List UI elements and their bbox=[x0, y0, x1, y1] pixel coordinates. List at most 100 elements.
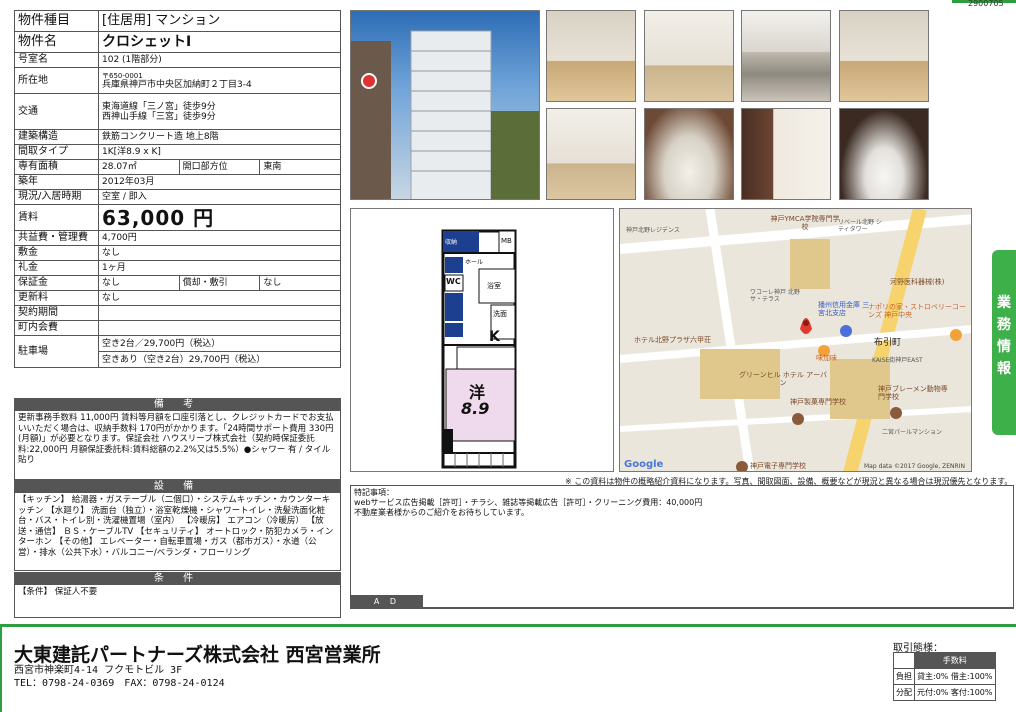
fp-hall-label: ホール bbox=[465, 259, 484, 266]
transport-value: 東海道線「三ノ宮」徒歩9分 西神山手線「三宮」徒歩9分 bbox=[98, 93, 341, 130]
deal-row1-value: 貸主:0% 借主:100% bbox=[914, 668, 996, 685]
deal-row2-label: 分配 bbox=[893, 684, 915, 701]
built-value: 2012年03月 bbox=[98, 174, 341, 190]
special-line-2: 不動産業者様からのご紹介をお待ちしています。 bbox=[354, 508, 529, 517]
parking-value-1: 空き2台／29,700円（税込） bbox=[98, 335, 341, 352]
fp-mb-label: MB bbox=[501, 237, 512, 245]
deal-header: 手数料 bbox=[914, 652, 996, 669]
postal-code: 〒650-0001 bbox=[102, 71, 143, 80]
rent-label: 賃料 bbox=[14, 204, 99, 231]
direction-label: 開口部方位 bbox=[178, 159, 261, 175]
map-label-kaise: KAISE街神戸EAST bbox=[872, 357, 923, 364]
layout-label: 間取タイプ bbox=[14, 144, 99, 160]
name-value: クロシェットI bbox=[98, 31, 341, 53]
company-name: 大東建託パートナーズ株式会社 西宮営業所 bbox=[14, 644, 381, 666]
type-label: 物件種目 bbox=[14, 10, 99, 32]
address-label: 所在地 bbox=[14, 67, 99, 94]
structure-label: 建築構造 bbox=[14, 129, 99, 145]
room-value: 102 (1階部分) bbox=[98, 52, 341, 68]
photo-bathroom bbox=[839, 10, 929, 102]
conditions-title: 条 件 bbox=[14, 572, 341, 585]
guarantee-value: なし bbox=[98, 275, 180, 291]
guarantee-label: 保証金 bbox=[14, 275, 99, 291]
photo-entrance bbox=[741, 108, 831, 200]
fee-label: 共益費・管理費 bbox=[14, 230, 99, 246]
fp-k-label: K bbox=[489, 329, 500, 345]
fp-wc-label: WC bbox=[446, 277, 461, 286]
floorplan-drawing bbox=[441, 229, 517, 469]
facilities-title: 設 備 bbox=[14, 480, 341, 493]
keymoney-label: 礼金 bbox=[14, 260, 99, 276]
renewal-label: 更新料 bbox=[14, 290, 99, 306]
map-label-ajikari: 味加味 bbox=[816, 354, 837, 362]
floorplan: 収納 MB ホール WC 浴室 洗面 K 洋 8.9 bbox=[350, 208, 614, 472]
amort-value: なし bbox=[259, 275, 341, 291]
status-value: 空室 / 即入 bbox=[98, 189, 341, 205]
doc-number: 2900705 bbox=[968, 0, 1004, 8]
map-label-rivale: リベール北野 シティタワー bbox=[838, 219, 882, 233]
fp-bath-label: 浴室 bbox=[487, 282, 501, 290]
property-table: 物件種目 [住居用] マンション 物件名 クロシェットI 号室名 102 (1階部分)… bbox=[14, 10, 341, 368]
map-label-kitano: 神戸北野レジデンス bbox=[626, 227, 680, 234]
deal-row1-label: 負担 bbox=[893, 668, 915, 685]
special-title: 特記事項： bbox=[354, 488, 394, 497]
type-value: [住居用] マンション bbox=[98, 10, 341, 32]
amort-label: 償却・敷引 bbox=[178, 275, 261, 291]
company-address: 西宮市神楽町4-14 フクモトビル 3F TEL：0798-24-0369 FA… bbox=[14, 665, 225, 689]
business-info-label: 業務情報 bbox=[997, 295, 1011, 377]
deal-row2-value: 元付:0% 客付:100% bbox=[914, 684, 996, 701]
contract-value bbox=[98, 305, 341, 321]
map-credit: Map data ©2017 Google, ZENRIN bbox=[864, 463, 965, 470]
map-label-wacole: ワコーレ神戸 北野サ・テラス bbox=[750, 289, 800, 303]
transport-label: 交通 bbox=[14, 93, 99, 130]
deposit-label: 敷金 bbox=[14, 245, 99, 261]
map-label-hotel: ホテル北野プラザ六甲荘 bbox=[634, 336, 711, 344]
photo-kitchen bbox=[741, 10, 831, 102]
remarks-text: 更新事務手数料 11,000円 賃料等月額を口座引落とし、クレジットカードでお支… bbox=[14, 411, 341, 480]
room-label: 号室名 bbox=[14, 52, 99, 68]
company-tel: TEL：0798-24-0369 FAX：0798-24-0124 bbox=[14, 678, 225, 689]
direction-value: 東南 bbox=[259, 159, 341, 175]
building-illustration bbox=[351, 30, 539, 199]
map-label-nunobiki: 布引町 bbox=[874, 338, 902, 348]
map-label-seiyaku: 神戸製菓専門学校 bbox=[790, 398, 846, 406]
structure-value: 鉄筋コンクリート造 地上8階 bbox=[98, 129, 341, 145]
address-value: 〒650-0001 兵庫県神戸市中央区加納町２丁目3-4 bbox=[98, 67, 341, 94]
map[interactable]: 神戸北野レジデンス 神戸YMCA学院専門学校 リベール北野 シティタワー 河野医… bbox=[619, 208, 972, 472]
community-value bbox=[98, 320, 341, 336]
map-label-bremen: 神戸ブレーメン動物専門学校 bbox=[878, 385, 948, 401]
map-label-ymca: 神戸YMCA学院専門学校 bbox=[770, 215, 840, 231]
map-label-nichome: 二宮パールマンション bbox=[882, 429, 943, 436]
map-label-denshi: 神戸電子専門学校 bbox=[750, 462, 806, 470]
keymoney-value: 1ヶ月 bbox=[98, 260, 341, 276]
parking-value-2: 空きあり（空き2台）29,700円（税込） bbox=[98, 351, 341, 368]
special-line-1: webサービス広告掲載［許可］・チラシ、雑誌等掲載広告［許可］・クリーニング費用… bbox=[354, 498, 703, 507]
deposit-value: なし bbox=[98, 245, 341, 261]
deal-table: 手数料 負担 貸主:0% 借主:100% 分配 元付:0% 客付:100% bbox=[893, 652, 996, 701]
area-label: 専有面積 bbox=[14, 159, 99, 175]
name-label: 物件名 bbox=[14, 31, 99, 53]
area-value: 28.07㎡ bbox=[98, 159, 180, 175]
conditions-text: 【条件】 保証人不要 bbox=[14, 585, 341, 618]
built-label: 築年 bbox=[14, 174, 99, 190]
community-label: 町内会費 bbox=[14, 320, 99, 336]
map-label-green: グリーンヒル ホテル アーバン bbox=[738, 371, 828, 387]
ad-line bbox=[423, 607, 1013, 608]
status-label: 現況/入居時期 bbox=[14, 189, 99, 205]
special-remarks: 特記事項： webサービス広告掲載［許可］・チラシ、雑誌等掲載広告［許可］・クリ… bbox=[350, 485, 1014, 609]
photo-room-window bbox=[546, 10, 636, 102]
photo-corridor bbox=[546, 108, 636, 200]
photo-bath-dark bbox=[644, 108, 734, 200]
property-sheet: 2900705 物件種目 [住居用] マンション 物件名 クロシェットI 号室名 10… bbox=[0, 0, 1016, 712]
fp-wash-label: 洗面 bbox=[493, 310, 507, 318]
business-info-tab[interactable]: 業務情報 bbox=[992, 250, 1016, 435]
map-google-logo: Google bbox=[624, 459, 664, 470]
facilities-text: 【キッチン】 給湯器・ガステーブル（二個口）・システムキッチン・カウンターキッチ… bbox=[14, 493, 341, 571]
fp-storage-label: 収納 bbox=[445, 239, 458, 246]
renewal-value: なし bbox=[98, 290, 341, 306]
photo-toilet bbox=[839, 108, 929, 200]
contract-label: 契約期間 bbox=[14, 305, 99, 321]
layout-value: 1K[洋8.9 x K] bbox=[98, 144, 341, 160]
parking-label: 駐車場 bbox=[14, 335, 99, 368]
map-label-kawano: 河野医科器械(株) bbox=[890, 278, 945, 286]
